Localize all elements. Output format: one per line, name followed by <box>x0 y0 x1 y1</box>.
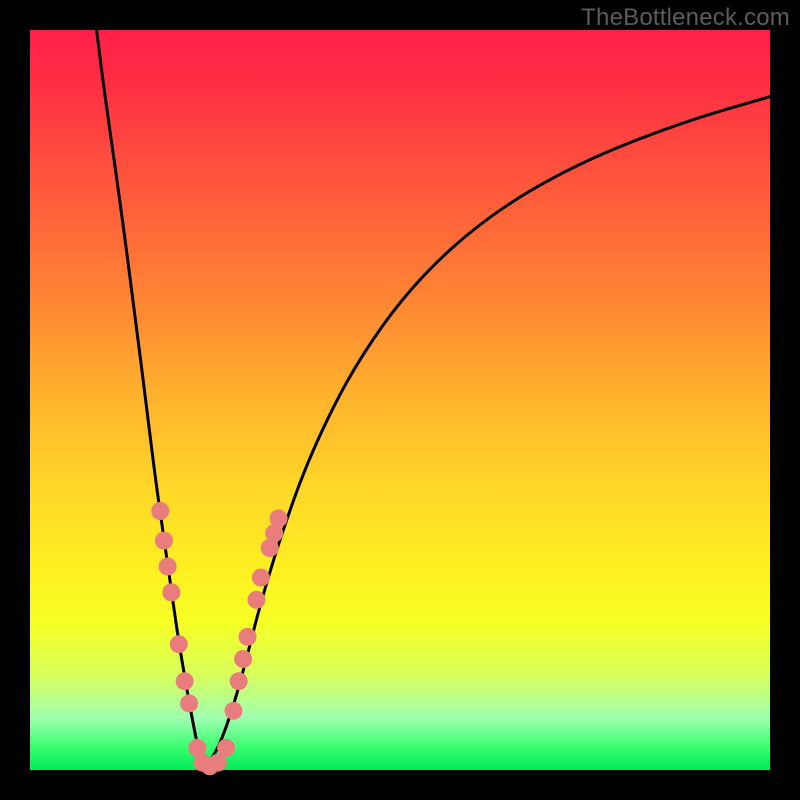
watermark-text: TheBottleneck.com <box>581 4 790 32</box>
data-marker <box>170 635 188 653</box>
data-marker <box>162 583 180 601</box>
data-marker <box>252 569 270 587</box>
data-marker <box>234 650 252 668</box>
curve-right-branch <box>204 97 770 767</box>
curve-layer <box>30 30 770 770</box>
data-marker <box>270 509 288 527</box>
marker-group <box>151 502 287 775</box>
data-marker <box>239 628 257 646</box>
data-marker <box>176 672 194 690</box>
data-marker <box>155 532 173 550</box>
data-marker <box>151 502 169 520</box>
chart-frame: TheBottleneck.com <box>0 0 800 800</box>
data-marker <box>230 672 248 690</box>
plot-area <box>30 30 770 770</box>
curve-left-branch <box>97 30 204 766</box>
data-marker <box>159 558 177 576</box>
data-marker <box>217 739 235 757</box>
data-marker <box>225 702 243 720</box>
data-marker <box>247 591 265 609</box>
data-marker <box>180 694 198 712</box>
